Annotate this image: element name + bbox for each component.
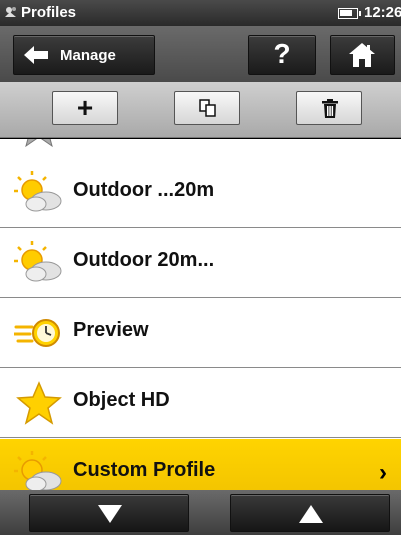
list-item[interactable]: Outdoor ...20m <box>0 159 401 228</box>
scroll-down-button[interactable] <box>29 494 189 532</box>
arrow-down-icon <box>98 505 122 523</box>
arrow-left-icon <box>24 46 48 64</box>
add-label: + <box>76 92 94 123</box>
app-title: Profiles <box>21 4 77 21</box>
star-icon <box>25 139 53 148</box>
scroll-up-button[interactable] <box>230 494 390 532</box>
sun-cloud-icon <box>14 241 62 282</box>
profile-label: Outdoor 20m... <box>73 249 215 271</box>
action-bar: + <box>0 82 401 138</box>
home-icon <box>349 43 375 67</box>
list-item[interactable] <box>0 139 401 161</box>
home-button[interactable] <box>330 35 395 75</box>
clock: 12:26 <box>364 4 401 21</box>
profile-label: Preview <box>73 319 149 341</box>
battery-icon <box>338 8 361 19</box>
profile-label: Outdoor ...20m <box>73 179 215 201</box>
copy-icon <box>199 99 216 117</box>
profile-list[interactable]: Outdoor ...20m Outdoor 20m... Preview Ob… <box>0 139 401 490</box>
profiles-icon <box>5 7 16 17</box>
help-button[interactable]: ? <box>248 35 316 75</box>
add-profile-button[interactable]: + <box>52 91 118 125</box>
trash-icon <box>322 99 338 118</box>
delete-profile-button[interactable] <box>296 91 362 125</box>
star-icon <box>16 381 62 425</box>
status-bar: Profiles 12:26 <box>0 0 401 26</box>
list-item-selected[interactable]: Custom Profile › <box>0 439 401 490</box>
manage-label: Manage <box>60 47 116 64</box>
sun-cloud-icon <box>14 171 62 212</box>
list-item[interactable]: Preview <box>0 299 401 368</box>
profile-label: Object HD <box>73 389 170 411</box>
profile-label: Custom Profile <box>73 459 216 481</box>
sun-cloud-icon <box>14 451 62 490</box>
manage-back-button[interactable]: Manage <box>13 35 155 75</box>
bottom-nav <box>0 490 401 535</box>
toolbar: Manage ? <box>0 26 401 82</box>
list-item[interactable]: Object HD <box>0 369 401 438</box>
fast-clock-icon <box>14 319 60 347</box>
arrow-up-icon <box>299 505 323 523</box>
chevron-right-icon: › <box>379 459 387 486</box>
list-item[interactable]: Outdoor 20m... <box>0 229 401 298</box>
copy-profile-button[interactable] <box>174 91 240 125</box>
